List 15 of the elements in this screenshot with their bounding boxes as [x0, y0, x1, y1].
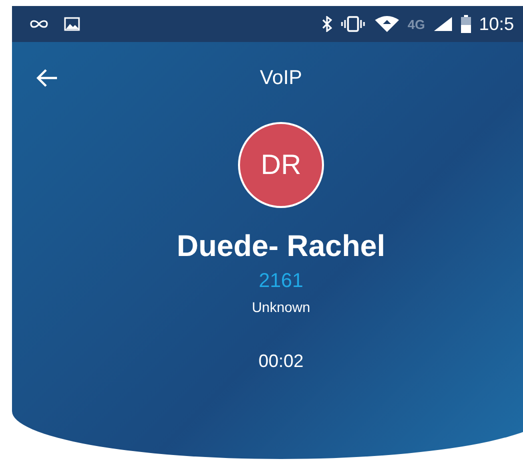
- caller-number: 2161: [258, 270, 304, 293]
- infinity-icon: [30, 19, 48, 29]
- avatar: DR: [238, 122, 324, 208]
- bluetooth-icon: [322, 16, 332, 32]
- caller-name: Duede- Rachel: [176, 230, 386, 264]
- wifi-icon: [374, 15, 400, 33]
- caller-label: Unknown: [252, 299, 310, 315]
- image-icon: [64, 17, 80, 31]
- network-type: 4G: [408, 16, 425, 32]
- status-time: 10:5: [478, 14, 514, 34]
- call-timer: 00:02: [258, 351, 304, 372]
- vibrate-icon: [340, 16, 366, 32]
- battery-icon: [460, 15, 471, 33]
- screen-title: VoIP: [260, 66, 302, 90]
- signal-icon: [432, 16, 453, 32]
